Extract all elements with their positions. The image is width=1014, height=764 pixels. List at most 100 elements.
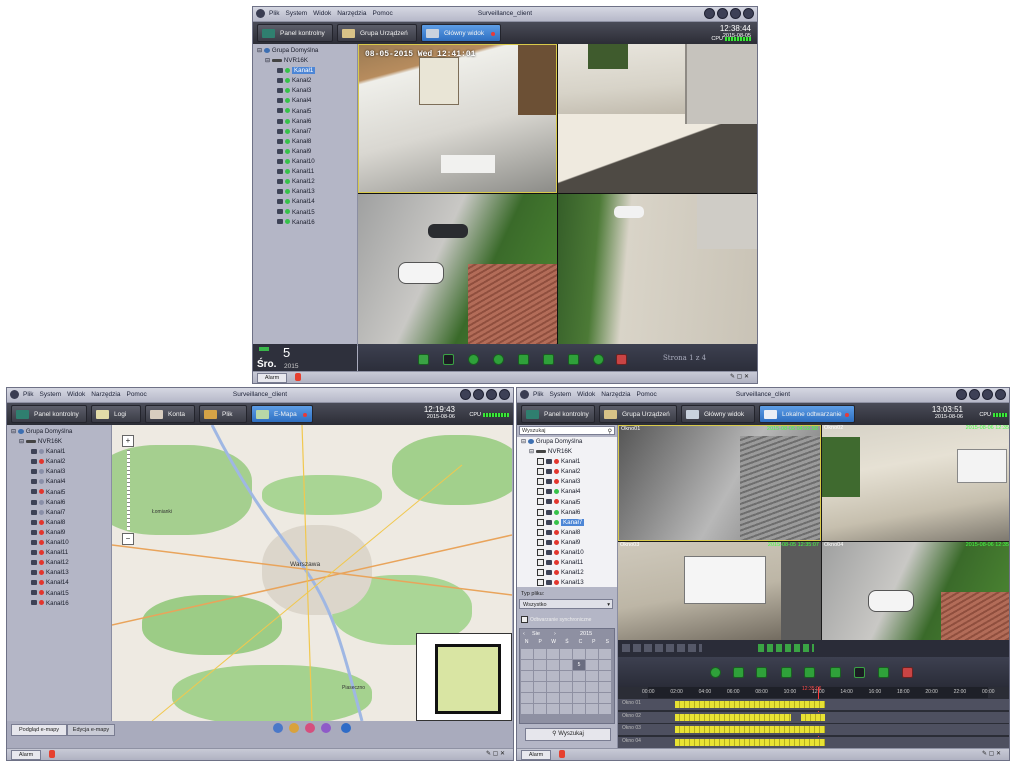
tree-device[interactable]: ⊟ NVR16K [7,437,111,447]
channel-item[interactable]: Kanał8 [517,528,617,538]
channel-item[interactable]: Kanał1 [7,447,111,457]
zoom-control[interactable]: + − [122,435,134,545]
play-icon[interactable] [710,667,721,678]
map-grid-icon[interactable] [273,723,283,733]
calendar-day[interactable] [534,682,546,692]
calendar-day[interactable] [599,693,611,703]
channel-item[interactable]: Kanał8 [253,137,357,147]
channel-item[interactable]: Kanał6 [517,508,617,518]
calendar-day[interactable] [560,660,572,670]
calendar-day[interactable] [560,671,572,681]
playback-tile-3[interactable]: Okno03 2015-08-05 12:35:07 [618,542,821,640]
channel-checkbox[interactable] [537,579,544,587]
sync-playback-checkbox[interactable]: Odtwarzanie synchroniczne [521,616,591,623]
next-month-icon[interactable]: › [554,629,556,639]
calendar-day[interactable] [521,660,533,670]
calendar-day[interactable]: 5 [573,660,585,670]
settings-icon[interactable] [460,389,471,400]
channel-item[interactable]: Kanał8 [7,518,111,528]
tab-emap[interactable]: E-Mapa [251,405,313,423]
minimize-icon[interactable] [969,389,980,400]
channel-item[interactable]: Kanał9 [7,528,111,538]
tab-file[interactable]: Plik [199,405,247,423]
maximize-icon[interactable] [982,389,993,400]
calendar-day[interactable] [560,649,572,659]
minimize-icon[interactable] [473,389,484,400]
mute-icon[interactable] [616,354,627,365]
calendar-day[interactable] [573,704,585,714]
channel-checkbox[interactable] [537,488,544,496]
channel-item[interactable]: Kanał12 [253,177,357,187]
emap-edit-button[interactable]: Edycja e-mapy [67,724,115,736]
tree-root[interactable]: ⊟ Grupa Domyślna [517,437,617,447]
channel-item[interactable]: Kanał10 [253,157,357,167]
tree-device[interactable]: ⊟ NVR16K [517,447,617,457]
calendar-day[interactable] [560,682,572,692]
settings-icon[interactable] [956,389,967,400]
playback-tile-1[interactable]: Okno01 2015-08-05 04:52:58 [618,425,821,541]
close-icon[interactable] [995,389,1006,400]
channel-item[interactable]: Kanał9 [253,147,357,157]
calendar-day[interactable] [534,649,546,659]
channel-item[interactable]: Kanał7 [7,508,111,518]
alarm-button[interactable]: Alarm [521,750,551,760]
calendar-day[interactable] [560,693,572,703]
channel-item[interactable]: Kanał10 [7,538,111,548]
calendar-day[interactable] [547,693,559,703]
channel-checkbox[interactable] [537,478,544,486]
alarm-button[interactable]: Alarm [257,373,287,383]
refresh-icon[interactable] [593,354,604,365]
mini-controls-right[interactable] [758,644,814,652]
close-icon[interactable] [743,8,754,19]
calendar-day[interactable] [560,704,572,714]
tab-main-view[interactable]: Główny widok [421,24,501,42]
calendar-day[interactable] [534,671,546,681]
tab-control-panel[interactable]: Panel kontrolny [257,24,333,42]
channel-item[interactable]: Kanał14 [253,197,357,207]
channel-item[interactable]: Kanał16 [7,599,111,609]
search-icon[interactable]: ⚲ [608,428,612,437]
calendar-day[interactable] [586,682,598,692]
tab-local-playback[interactable]: Lokalne odtwarzanie [759,405,855,423]
prev-month-icon[interactable]: ‹ [523,629,525,639]
map-info-icon[interactable] [341,723,351,733]
calendar-day[interactable] [521,693,533,703]
channel-item[interactable]: Kanał13 [7,568,111,578]
timeline-row[interactable]: Okno 04 [618,736,1009,749]
channel-checkbox[interactable] [537,528,544,536]
calendar-day[interactable] [599,660,611,670]
channel-checkbox[interactable] [537,538,544,546]
close-tab-icon[interactable] [845,413,849,417]
tab-device-group[interactable]: Grupa Urządzeń [337,24,417,42]
add-camera-icon[interactable] [289,723,299,733]
layout-single-icon[interactable] [443,354,454,365]
fullscreen-icon[interactable] [830,667,841,678]
settings-icon[interactable] [704,8,715,19]
rewind-icon[interactable] [781,667,792,678]
channel-item[interactable]: Kanał11 [7,548,111,558]
channel-item[interactable]: Kanał6 [253,117,357,127]
video-tile-3[interactable] [358,194,557,344]
channel-item[interactable]: Kanał4 [517,487,617,497]
channel-checkbox[interactable] [537,468,544,476]
calendar-day[interactable] [521,649,533,659]
add-map-icon[interactable] [321,723,331,733]
channel-checkbox[interactable] [537,498,544,506]
calendar-day[interactable] [573,693,585,703]
video-tile-1[interactable]: 08-05-2015 Wed 12:41:01 [358,44,557,193]
close-icon[interactable] [499,389,510,400]
file-type-select[interactable]: Wszystko ▾ [519,599,613,609]
stop-icon[interactable] [468,354,479,365]
channel-item[interactable]: Kanał2 [253,76,357,86]
channel-checkbox[interactable] [537,518,544,526]
channel-item[interactable]: Kanał5 [253,107,357,117]
playback-tile-2[interactable]: Okno02 2015-08-06 12:35 [822,425,1009,541]
maximize-icon[interactable] [730,8,741,19]
calendar-day[interactable] [547,649,559,659]
calendar-day[interactable] [547,704,559,714]
tab-device-group[interactable]: Grupa Urządzeń [599,405,677,423]
search-button[interactable]: ⚲ Wyszukaj [525,728,611,741]
minimap[interactable] [416,633,512,721]
tree-device[interactable]: ⊟ NVR16K [253,56,357,66]
calendar-day[interactable] [573,682,585,692]
